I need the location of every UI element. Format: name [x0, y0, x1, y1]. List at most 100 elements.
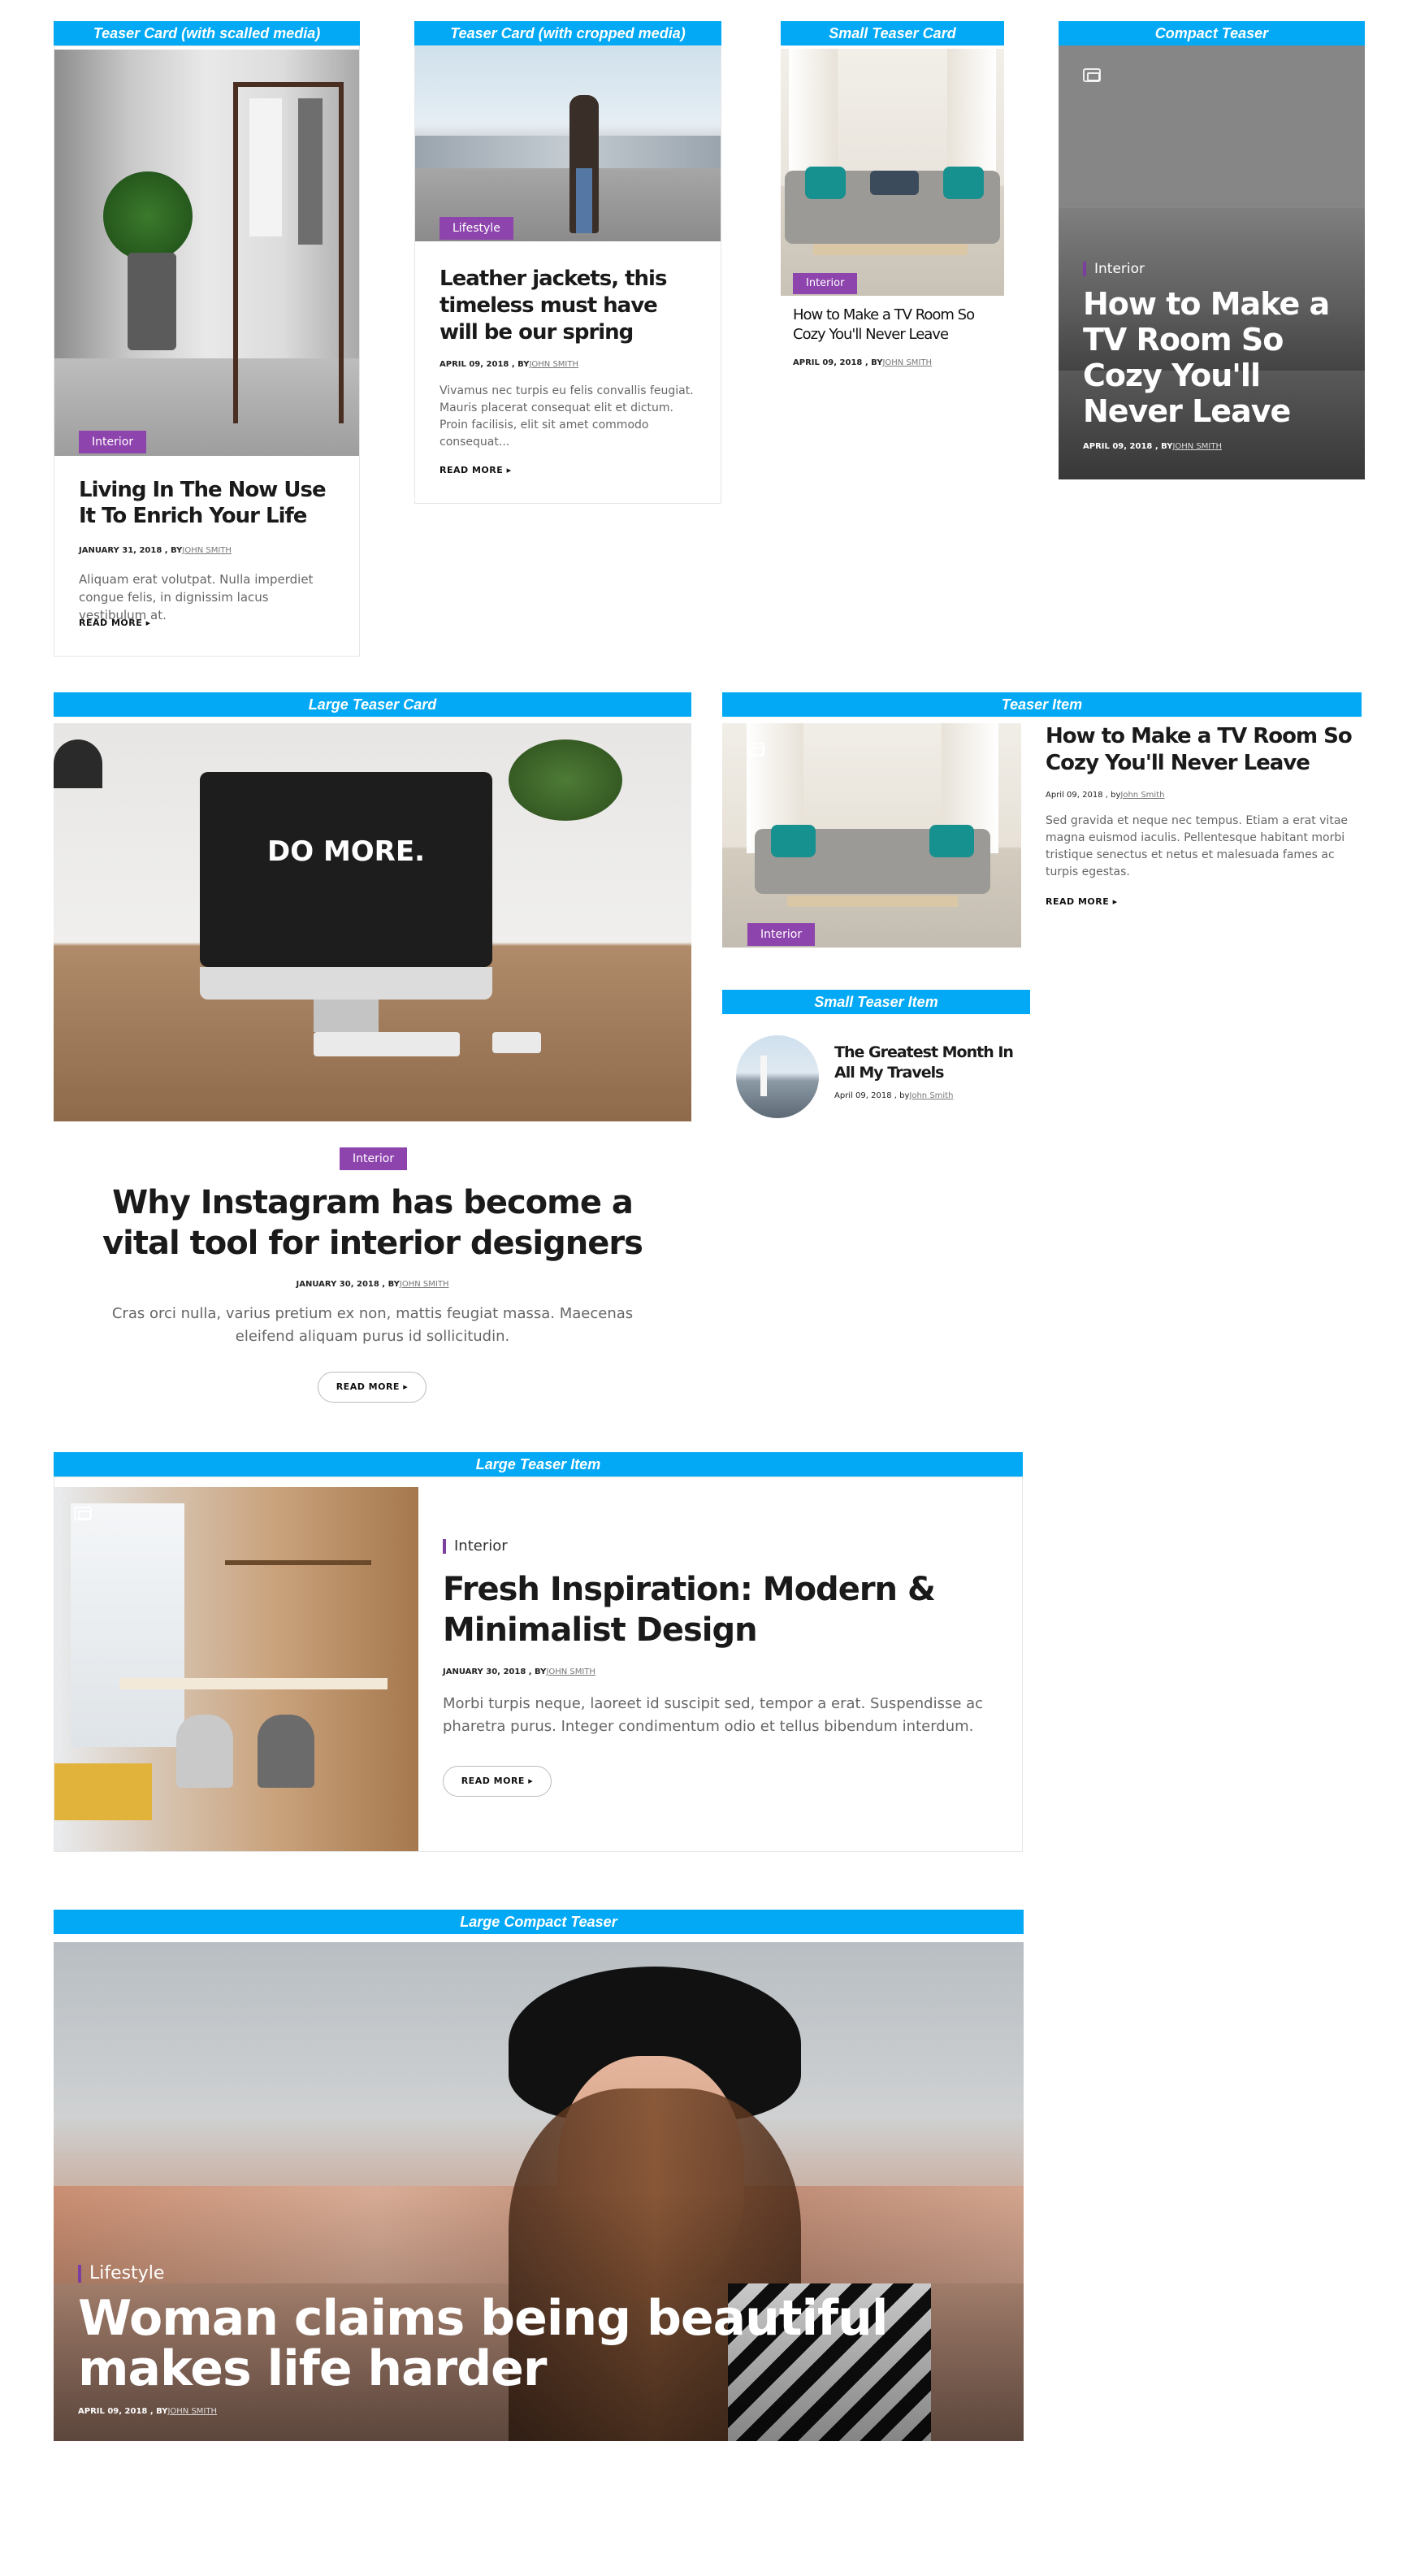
author-link[interactable]: JOHN SMITH: [167, 2407, 217, 2416]
plant-pot-shape: [128, 253, 176, 350]
coffee-table-shape: [813, 244, 968, 255]
read-more-link[interactable]: READ MORE ▸: [1046, 896, 1118, 907]
hanging-coat-shape: [298, 98, 323, 245]
rack-right-pole: [339, 82, 344, 423]
category-accent-bar: [1083, 262, 1086, 276]
gallery-icon: [74, 1507, 92, 1520]
card-meta: APRIL 09, 2018 , BYJOHN SMITH: [1083, 442, 1222, 451]
keyboard-shape: [314, 1032, 460, 1056]
card-image-sofa[interactable]: [781, 49, 1004, 296]
small-teaser-card[interactable]: Interior How to Make a TV Room So Cozy Y…: [781, 46, 1004, 379]
post-date: JANUARY 31, 2018: [79, 546, 162, 555]
post-date: APRIL 09, 2018: [440, 360, 509, 369]
category-badge[interactable]: Interior: [747, 923, 816, 946]
card-title[interactable]: Leather jackets, this timeless must have…: [440, 266, 699, 346]
buildings-shape: [415, 136, 721, 168]
card-excerpt: Vivamus nec turpis eu felis convallis fe…: [440, 384, 694, 449]
monitor-chin-shape: [200, 967, 492, 1000]
teaser-item-meta: April 09, 2018 , byJohn Smith: [1046, 791, 1164, 800]
pillow-shape: [870, 171, 919, 195]
card-meta: APRIL 09, 2018 , BYJOHN SMITH: [793, 358, 932, 367]
post-date: April 09, 2018: [1046, 791, 1103, 800]
section-label-teaser-item: Teaser Item: [722, 692, 1362, 717]
category-badge[interactable]: Interior: [793, 273, 858, 294]
post-date: JANUARY 30, 2018: [443, 1667, 526, 1676]
large-compact-teaser[interactable]: Lifestyle Woman claims being beautiful m…: [54, 1942, 1024, 2441]
by-label: , BY: [162, 546, 183, 555]
category-label[interactable]: Lifestyle: [78, 2263, 164, 2283]
section-label-small-teaser-item: Small Teaser Item: [722, 990, 1030, 1014]
large-card-title[interactable]: Why Instagram has become a vital tool fo…: [70, 1182, 675, 1264]
section-label-compact-teaser: Compact Teaser: [1059, 21, 1365, 46]
post-date: APRIL 09, 2018: [793, 358, 863, 367]
hanging-shirt-shape: [249, 98, 282, 236]
author-link[interactable]: John Smith: [909, 1091, 953, 1100]
category-accent-bar: [78, 2265, 81, 2283]
large-card-meta: JANUARY 30, 2018 , BYJOHN SMITH: [54, 1280, 691, 1289]
large-item-excerpt: Morbi turpis neque, laoreet id suscipit …: [443, 1695, 984, 1735]
by-label: , BY: [526, 1667, 547, 1676]
section-label-teaser-card-cropped: Teaser Card (with cropped media): [414, 21, 721, 46]
author-link[interactable]: JOHN SMITH: [546, 1667, 595, 1676]
teaser-item-title[interactable]: How to Make a TV Room So Cozy You'll Nev…: [1046, 723, 1354, 777]
category-badge[interactable]: Interior: [340, 1147, 408, 1170]
read-more-button[interactable]: READ MORE ▸: [318, 1372, 427, 1403]
author-link[interactable]: JOHN SMITH: [882, 358, 932, 367]
card-excerpt: Aliquam erat volutpat. Nulla imperdiet c…: [79, 572, 314, 622]
teaser-card-scaled[interactable]: Interior Living In The Now Use It To Enr…: [54, 46, 360, 657]
section-label-small-teaser-card: Small Teaser Card: [781, 21, 1004, 46]
by-label: , BY: [147, 2407, 168, 2416]
teal-pillow-shape: [771, 825, 816, 857]
category-badge[interactable]: Interior: [79, 431, 147, 453]
post-date: APRIL 09, 2018: [78, 2407, 148, 2416]
chair-shape: [258, 1715, 314, 1788]
by-label: , BY: [379, 1280, 400, 1289]
author-link[interactable]: JOHN SMITH: [182, 546, 232, 555]
author-link[interactable]: JOHN SMITH: [1172, 442, 1222, 451]
large-compact-title[interactable]: Woman claims being beautiful makes life …: [78, 2293, 890, 2394]
large-item-meta: JANUARY 30, 2018 , BYJOHN SMITH: [443, 1667, 595, 1676]
by-label: , BY: [1152, 442, 1173, 451]
teaser-item-image-sofa[interactable]: [722, 723, 1021, 948]
card-title[interactable]: How to Make a TV Room So Cozy You'll Nev…: [793, 306, 1000, 345]
by-label: , BY: [509, 360, 530, 369]
by-label: , by: [1102, 791, 1121, 800]
table-top-shape: [119, 1678, 388, 1689]
teal-pillow-shape: [805, 167, 846, 199]
author-link[interactable]: JOHN SMITH: [529, 360, 578, 369]
read-more-link[interactable]: READ MORE ▸: [440, 465, 512, 475]
card-image-clothes-rack[interactable]: [54, 50, 359, 456]
teaser-card-cropped[interactable]: Lifestyle Leather jackets, this timeless…: [414, 46, 721, 504]
large-item-title[interactable]: Fresh Inspiration: Modern & Minimalist D…: [443, 1569, 995, 1650]
compact-teaser[interactable]: Interior How to Make a TV Room So Cozy Y…: [1059, 46, 1365, 479]
section-label-large-compact-teaser: Large Compact Teaser: [54, 1910, 1024, 1934]
card-title[interactable]: Living In The Now Use It To Enrich Your …: [79, 477, 339, 529]
large-item-image-dining[interactable]: [54, 1487, 418, 1851]
plant-shape: [103, 171, 193, 261]
author-link[interactable]: JOHN SMITH: [400, 1280, 449, 1289]
large-card-excerpt: Cras orci nulla, varius pretium ex non, …: [111, 1305, 634, 1345]
gallery-icon: [1083, 68, 1101, 82]
teal-pillow-shape: [943, 167, 984, 199]
category-badge[interactable]: Lifestyle: [440, 217, 513, 240]
small-item-avatar-travel[interactable]: [736, 1035, 819, 1118]
author-link[interactable]: John Smith: [1120, 791, 1164, 800]
chair-shape: [176, 1715, 233, 1788]
category-label[interactable]: Interior: [443, 1537, 508, 1555]
card-title[interactable]: How to Make a TV Room So Cozy You'll Nev…: [1083, 286, 1351, 429]
section-label-large-teaser-card: Large Teaser Card: [54, 692, 691, 717]
read-more-button[interactable]: READ MORE ▸: [443, 1766, 552, 1797]
large-card-image-imac[interactable]: DO MORE.: [54, 723, 691, 1121]
monitor-text: DO MORE.: [266, 835, 426, 868]
read-more-link[interactable]: READ MORE ▸: [79, 618, 151, 628]
large-teaser-item[interactable]: Interior Fresh Inspiration: Modern & Min…: [54, 1477, 1023, 1852]
lamp-shape: [54, 739, 102, 788]
monitor-stand-shape: [314, 1000, 379, 1032]
category-label[interactable]: Interior: [1083, 261, 1145, 277]
trackpad-shape: [492, 1032, 541, 1053]
gallery-icon: [747, 743, 764, 757]
category-accent-bar: [443, 1539, 446, 1554]
card-image-woman-street[interactable]: [415, 46, 721, 241]
small-item-title[interactable]: The Greatest Month In All My Travels: [834, 1043, 1025, 1083]
jeans-shape: [576, 168, 592, 233]
